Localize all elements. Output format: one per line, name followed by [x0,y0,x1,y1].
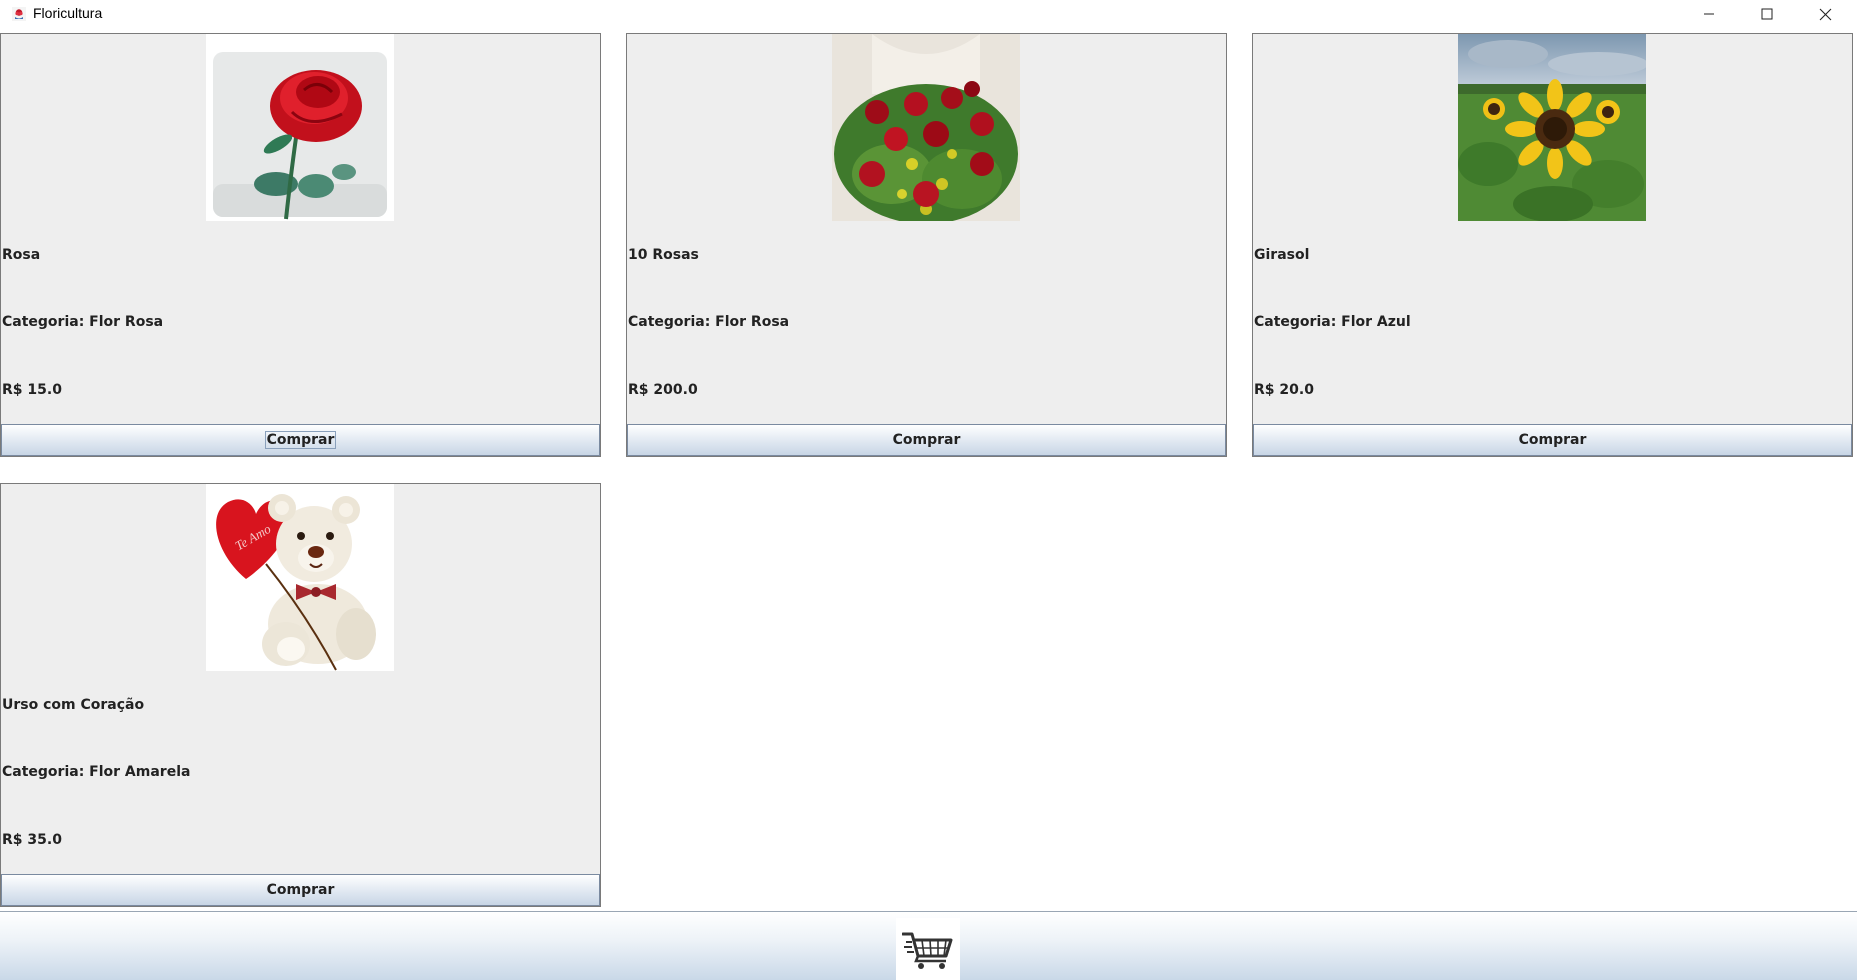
product-card-girasol: Girasol Categoria: Flor Azul R$ 20.0 Com… [1252,33,1853,457]
teddy-bear-heart-image: Te Amo [206,484,394,671]
maximize-button[interactable] [1738,0,1796,28]
rose-bouquet-image [832,34,1020,221]
sunflower-field-image [1458,34,1646,221]
product-category: Categoria: Flor Rosa [2,314,164,330]
buy-button-label: Comprar [264,431,337,449]
app-window: Floricultura Rosa Categoria: Flor Rosa R… [0,0,1857,980]
buy-button-girasol[interactable]: Comprar [1253,424,1852,456]
buy-button-label: Comprar [266,882,335,898]
red-rose-image [206,34,394,221]
minimize-button[interactable] [1680,0,1738,28]
product-image-10-rosas [832,34,1020,221]
product-category: Categoria: Flor Amarela [2,764,191,780]
product-price: R$ 20.0 [1254,382,1314,398]
flower-app-icon [12,7,26,21]
product-image-rosa [206,34,394,221]
bottom-bar [0,911,1857,980]
product-price: R$ 15.0 [2,382,62,398]
product-name: Urso com Coração [2,697,145,713]
buy-button-label: Comprar [1518,432,1587,448]
product-card-10-rosas: 10 Rosas Categoria: Flor Rosa R$ 200.0 C… [626,33,1227,457]
product-name: Girasol [1254,247,1310,263]
product-price: R$ 35.0 [2,832,62,848]
maximize-icon [1761,8,1773,20]
product-image-urso: Te Amo [206,484,394,671]
minimize-icon [1704,13,1714,15]
buy-button-label: Comprar [892,432,961,448]
window-title: Floricultura [33,5,103,21]
cart-icon [902,932,953,969]
title-bar[interactable]: Floricultura [0,0,1857,28]
product-card-rosa: Rosa Categoria: Flor Rosa R$ 15.0 Compra… [0,33,601,457]
buy-button-10-rosas[interactable]: Comprar [627,424,1226,456]
buy-button-urso[interactable]: Comprar [1,874,600,906]
product-category: Categoria: Flor Rosa [628,314,790,330]
close-button[interactable] [1796,0,1854,28]
close-icon [1819,8,1831,20]
product-name: Rosa [2,247,41,263]
buy-button-rosa[interactable]: Comprar [1,424,600,456]
product-name: 10 Rosas [628,247,699,263]
product-price: R$ 200.0 [628,382,698,398]
product-image-girasol [1458,34,1646,221]
cart-button[interactable] [896,918,960,980]
product-card-urso: Te Amo Urso com Coração Categoria: Flor … [0,483,601,907]
product-category: Categoria: Flor Azul [1254,314,1411,330]
